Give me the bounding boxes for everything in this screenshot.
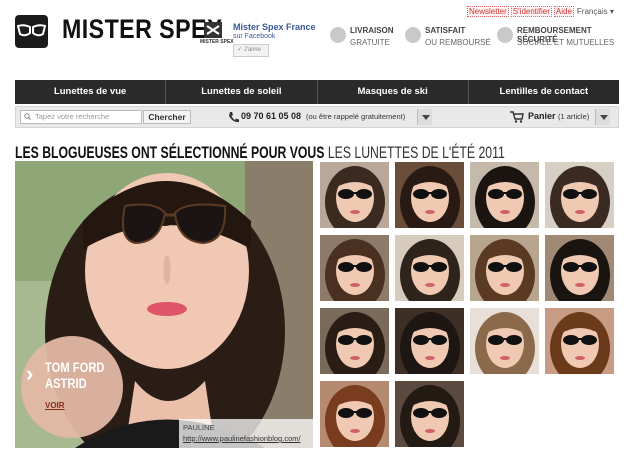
truck-icon <box>330 27 346 43</box>
blogger-photo <box>395 308 464 374</box>
blogger-photo <box>395 235 464 301</box>
smiley-icon <box>405 27 421 43</box>
phone-number[interactable]: 09 70 61 05 08 <box>241 111 301 121</box>
brand-logo-icon[interactable] <box>15 15 48 48</box>
hero-product-name: TOM FORD ASTRID <box>45 359 105 391</box>
feature-delivery-title: LIVRAISON <box>350 26 394 35</box>
headline-light: LES LUNETTES DE L'ÉTÉ 2011 <box>327 143 505 162</box>
language-selector[interactable]: Français ▾ <box>577 7 614 16</box>
like-label: J'aime <box>243 47 261 53</box>
blogger-thumbnail[interactable] <box>320 235 389 301</box>
blogger-thumbnail[interactable] <box>395 308 464 374</box>
blogger-thumbnail[interactable] <box>395 381 464 447</box>
feature-reimbursement-subtitle: SOCIALE ET MUTUELLES <box>517 38 615 47</box>
feature-delivery-subtitle: GRATUITE <box>350 38 390 47</box>
blogger-photo <box>470 235 539 301</box>
phone-icon <box>229 112 239 123</box>
blogger-thumbnail[interactable] <box>395 162 464 228</box>
hero-brand-line2: ASTRID <box>45 375 87 391</box>
blogger-photo <box>470 162 539 228</box>
facebook-like-button[interactable]: ✓ J'aime <box>233 44 269 57</box>
blogger-photo <box>545 162 614 228</box>
blogger-photo <box>395 381 464 447</box>
search-icon <box>24 113 31 120</box>
blogger-thumbnail[interactable] <box>320 308 389 374</box>
blogger-thumbnail[interactable] <box>545 235 614 301</box>
cart-count: (1 article) <box>558 112 590 121</box>
blogger-photo <box>320 381 389 447</box>
cart-dropdown-toggle[interactable] <box>595 109 610 125</box>
search-button[interactable]: Chercher <box>143 110 191 124</box>
page-title: LES BLOGUEUSES ONT SÉLECTIONNÉ POUR VOUS… <box>15 143 505 163</box>
hero-banner[interactable]: › TOM FORD ASTRID VOIR PAULINE http://ww… <box>15 161 313 448</box>
main-nav: Lunettes de vue Lunettes de soleil Masqu… <box>15 80 619 104</box>
blogger-photo <box>320 235 389 301</box>
newsletter-link[interactable]: Newsletter <box>467 6 509 17</box>
blogger-thumbnail[interactable] <box>545 162 614 228</box>
search-input[interactable]: Tapez votre recherche <box>20 110 142 124</box>
utility-bar: Tapez votre recherche Chercher 09 70 61 … <box>15 106 619 128</box>
nav-item-contact-lenses[interactable]: Lentilles de contact <box>469 80 619 104</box>
blogger-photo <box>545 308 614 374</box>
blogger-photo <box>545 235 614 301</box>
cart-icon <box>510 111 524 123</box>
nav-item-eyeglasses[interactable]: Lunettes de vue <box>15 80 167 104</box>
facebook-page-link[interactable]: Mister Spex France <box>233 22 316 32</box>
headline-bold: LES BLOGUEUSES ONT SÉLECTIONNÉ POUR VOUS <box>15 143 325 162</box>
blogger-photo <box>470 308 539 374</box>
callback-dropdown-toggle[interactable] <box>417 109 432 125</box>
blogger-url-link[interactable]: http://www.paulinefashionblog.com/ <box>183 433 309 444</box>
blogger-thumbnail[interactable] <box>470 308 539 374</box>
blogger-name: PAULINE <box>183 423 215 432</box>
hero-brand-line1: TOM FORD <box>45 359 105 375</box>
euro-icon <box>497 27 513 43</box>
chevron-right-icon: › <box>26 361 34 386</box>
feature-satisfaction-title: SATISFAIT <box>425 26 466 35</box>
blogger-thumbnail[interactable] <box>470 162 539 228</box>
blogger-photo <box>320 162 389 228</box>
brand-name[interactable]: MISTER SPEX <box>62 14 223 45</box>
blogger-photo <box>320 308 389 374</box>
blogger-thumbnail[interactable] <box>395 235 464 301</box>
login-link[interactable]: S'identifier <box>510 6 552 17</box>
callback-note: (ou être rappelé gratuitement) <box>306 112 406 121</box>
facebook-brand-tiny: MISTER SPEX <box>200 39 234 45</box>
help-link[interactable]: Aide <box>553 6 574 17</box>
blogger-photo <box>395 162 464 228</box>
blogger-thumbnail[interactable] <box>320 162 389 228</box>
facebook-subtitle: sur Facebook <box>233 33 276 40</box>
nav-item-ski-goggles[interactable]: Masques de ski <box>318 80 469 104</box>
blogger-thumbnail[interactable] <box>320 381 389 447</box>
blogger-thumbnail[interactable] <box>545 308 614 374</box>
feature-satisfaction-subtitle: OU REMBOURSÉ <box>425 38 491 47</box>
top-links: Newsletter S'identifier Aide Français ▾ <box>467 6 614 17</box>
hero-view-link[interactable]: VOIR <box>45 401 65 410</box>
cart-link[interactable]: Panier <box>528 111 556 121</box>
hero-caption: PAULINE http://www.paulinefashionblog.co… <box>179 419 313 448</box>
blogger-thumbnail[interactable] <box>470 235 539 301</box>
nav-item-sunglasses[interactable]: Lunettes de soleil <box>166 80 318 104</box>
facebook-logo-icon[interactable] <box>204 22 222 38</box>
